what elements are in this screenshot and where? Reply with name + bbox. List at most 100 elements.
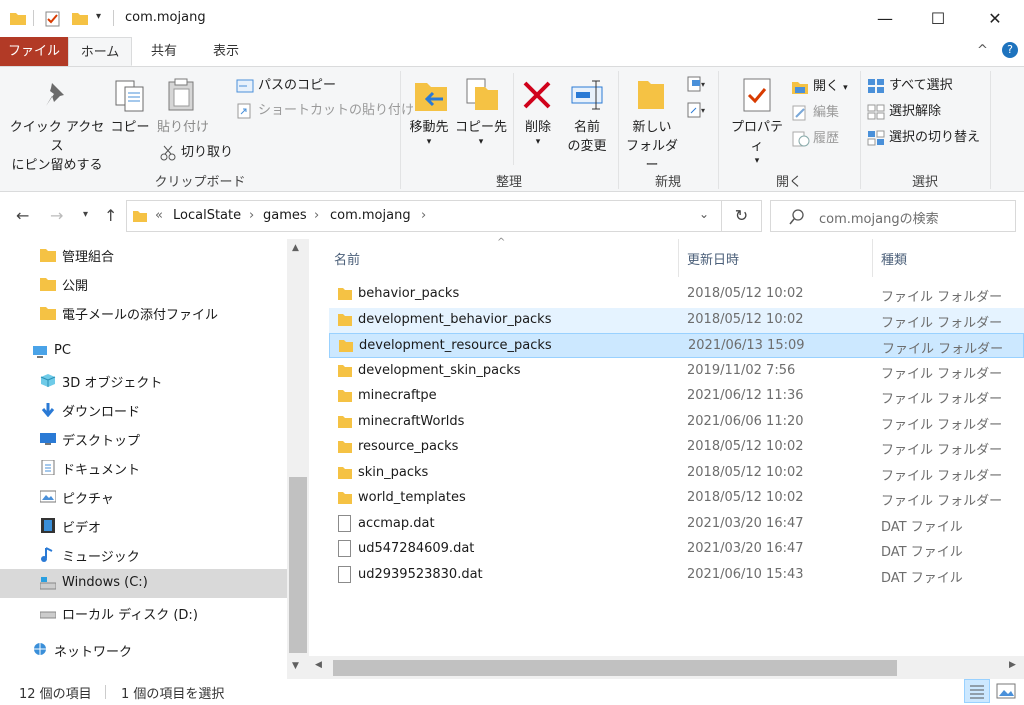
properties-button[interactable]: プロパティ ▾ — [726, 118, 788, 166]
details-view-icon[interactable] — [964, 679, 990, 703]
folder-row[interactable]: world_templates 2018/05/12 10:02 ファイル フォルダ… — [329, 486, 1024, 511]
search-input[interactable]: com.mojangの検索 — [770, 200, 1016, 232]
column-header-date[interactable]: 更新日時 — [687, 249, 739, 268]
folder-row[interactable]: development_resource_packs 2021/06/13 15:… — [329, 333, 1024, 358]
breadcrumb-chevron-icon[interactable]: › — [314, 208, 319, 223]
copy-to-button[interactable]: コピー先 ▾ — [455, 118, 507, 147]
nav-item-3d-objects[interactable]: 3D オブジェクト — [0, 366, 287, 395]
pin-quick-access-button[interactable]: クイック アクセス にピン留めする — [4, 118, 110, 175]
cut-button[interactable]: 切り取り — [181, 144, 233, 162]
address-field[interactable]: « LocalState › games › com.mojang › ⌄ — [126, 200, 722, 232]
large-icons-view-icon[interactable] — [996, 683, 1016, 699]
folder-icon — [338, 365, 352, 377]
forward-arrow-icon[interactable]: → — [50, 206, 63, 225]
horizontal-scrollbar[interactable]: ◀ ▶ — [309, 656, 1024, 679]
select-none-button[interactable]: 選択解除 — [889, 103, 941, 121]
column-header-name[interactable]: 名前 — [334, 249, 360, 268]
copy-icon — [115, 80, 144, 112]
help-icon[interactable]: ? — [1002, 42, 1018, 58]
breadcrumb-chevron-icon[interactable]: › — [249, 208, 254, 223]
nav-item-desktop[interactable]: デスクトップ — [0, 424, 287, 453]
breadcrumb-localstate[interactable]: LocalState — [173, 208, 241, 223]
scroll-right-icon[interactable]: ▶ — [1009, 660, 1016, 670]
folder-row[interactable]: skin_packs 2018/05/12 10:02 ファイル フォルダー — [329, 461, 1024, 486]
window-title: com.mojang — [125, 10, 206, 25]
folder-row[interactable]: minecraftpe 2021/06/12 11:36 ファイル フォルダー — [329, 384, 1024, 409]
copy-button[interactable]: コピー — [108, 118, 152, 137]
file-row[interactable]: ud2939523830.dat 2021/06/10 15:43 DAT ファイル — [329, 563, 1024, 588]
column-header-type[interactable]: 種類 — [881, 249, 907, 268]
new-item-icon[interactable]: ▾ — [686, 75, 706, 93]
tab-home[interactable]: ホーム — [68, 37, 132, 66]
scroll-left-icon[interactable]: ◀ — [315, 660, 322, 670]
drive-icon — [40, 611, 56, 619]
scroll-up-icon[interactable]: ▲ — [292, 243, 299, 253]
file-name: development_resource_packs — [359, 338, 552, 353]
file-row[interactable]: ud547284609.dat 2021/03/20 16:47 DAT ファイル — [329, 537, 1024, 562]
file-date: 2018/05/12 10:02 — [687, 439, 804, 454]
nav-item-local-disk-d[interactable]: ローカル ディスク (D:) — [0, 598, 287, 627]
maximize-button[interactable]: ☐ — [915, 0, 961, 37]
tab-view[interactable]: 表示 — [196, 37, 256, 66]
scroll-down-icon[interactable]: ▼ — [292, 661, 299, 671]
breadcrumb-com-mojang[interactable]: com.mojang — [330, 208, 411, 223]
nav-item-downloads[interactable]: ダウンロード — [0, 395, 287, 424]
nav-scrollbar[interactable]: ▲ ▼ — [287, 239, 309, 679]
folder-row[interactable]: development_behavior_packs 2018/05/12 10:… — [329, 308, 1024, 333]
nav-item-network[interactable]: ネットワーク — [0, 635, 287, 664]
select-all-button[interactable]: すべて選択 — [889, 77, 953, 95]
column-separator[interactable] — [678, 239, 679, 277]
nav-item-videos[interactable]: ビデオ — [0, 511, 287, 540]
folder-row[interactable]: resource_packs 2018/05/12 10:02 ファイル フォルダー — [329, 435, 1024, 460]
nav-item-quick[interactable]: 公開 — [0, 269, 287, 298]
file-icon — [338, 540, 351, 557]
tab-share[interactable]: 共有 — [134, 37, 194, 66]
collapse-ribbon-icon[interactable]: ^ — [977, 43, 988, 58]
paste-shortcut-button[interactable]: ショートカットの貼り付け — [258, 102, 414, 120]
delete-button[interactable]: 削除 ▾ — [518, 118, 558, 147]
tab-file[interactable]: ファイル — [0, 37, 68, 66]
minimize-button[interactable]: — — [862, 0, 908, 37]
file-row[interactable]: accmap.dat 2021/03/20 16:47 DAT ファイル — [329, 512, 1024, 537]
invert-selection-button[interactable]: 選択の切り替え — [889, 129, 980, 147]
breadcrumb-overflow[interactable]: « — [155, 208, 163, 223]
move-to-button[interactable]: 移動先 ▾ — [405, 118, 453, 147]
new-folder-button[interactable]: 新しい フォルダー — [622, 118, 682, 175]
recent-locations-icon[interactable]: ▾ — [83, 209, 88, 220]
paste-button[interactable]: 貼り付け — [155, 118, 211, 137]
properties-icon — [743, 78, 771, 112]
folder-row[interactable]: development_skin_packs 2019/11/02 7:56 ファイ… — [329, 359, 1024, 384]
nav-item-windows-c[interactable]: Windows (C:) — [0, 569, 287, 598]
folder-icon — [40, 249, 56, 262]
nav-item-pictures[interactable]: ピクチャ — [0, 482, 287, 511]
easy-access-icon[interactable]: ▾ — [686, 101, 706, 119]
qa-dropdown-icon[interactable]: ▾ — [96, 11, 101, 22]
nav-item-quick[interactable]: 電子メールの添付ファイル — [0, 298, 287, 327]
back-arrow-icon[interactable]: ← — [16, 206, 29, 225]
open-button[interactable]: 開く ▾ — [813, 78, 848, 97]
folder-row[interactable]: behavior_packs 2018/05/12 10:02 ファイル フォルダー — [329, 282, 1024, 307]
nav-item-documents[interactable]: ドキュメント — [0, 453, 287, 482]
edit-button[interactable]: 編集 — [813, 104, 839, 122]
breadcrumb-chevron-icon[interactable]: › — [421, 208, 426, 223]
horizontal-scroll-thumb[interactable] — [333, 660, 897, 676]
properties-qa-icon[interactable] — [45, 11, 61, 27]
maximize-icon: ☐ — [930, 9, 946, 28]
new-folder-qa-icon[interactable] — [72, 11, 88, 25]
nav-item-quick[interactable]: 管理組合 — [0, 240, 287, 269]
copy-path-button[interactable]: パスのコピー — [258, 77, 336, 95]
up-arrow-icon[interactable]: ↑ — [104, 206, 117, 225]
nav-scroll-thumb[interactable] — [289, 477, 307, 653]
nav-item-pc[interactable]: PC — [0, 337, 287, 366]
close-button[interactable]: ✕ — [972, 0, 1018, 37]
refresh-button[interactable]: ↻ — [722, 200, 762, 232]
breadcrumb-games[interactable]: games — [263, 208, 307, 223]
document-icon — [41, 460, 55, 475]
column-separator[interactable] — [872, 239, 873, 277]
nav-item-music[interactable]: ミュージック — [0, 540, 287, 569]
folder-row[interactable]: minecraftWorlds 2021/06/06 11:20 ファイル フォルダ… — [329, 410, 1024, 435]
address-dropdown-icon[interactable]: ⌄ — [699, 207, 709, 221]
history-button[interactable]: 履歴 — [813, 130, 839, 148]
move-to-dropdown-icon: ▾ — [426, 137, 432, 147]
rename-button[interactable]: 名前 の変更 — [562, 118, 612, 156]
